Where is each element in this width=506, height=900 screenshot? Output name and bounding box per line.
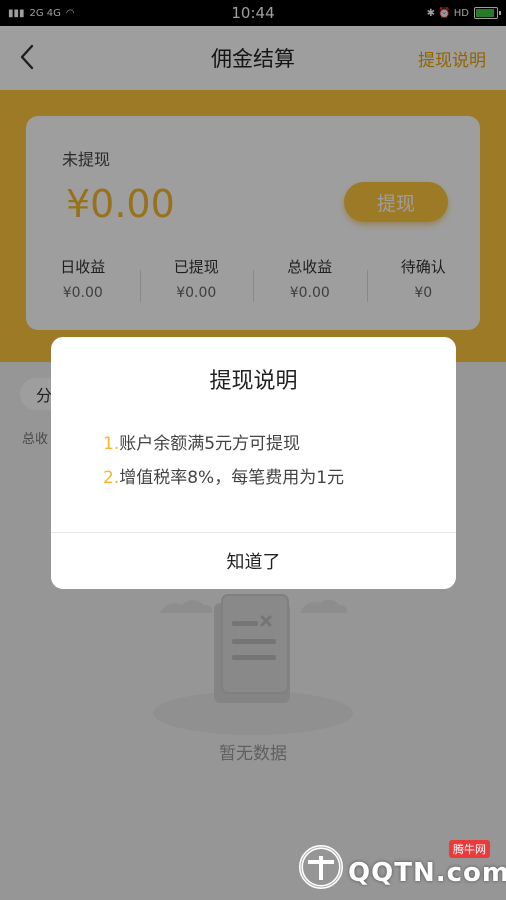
dialog-title: 提现说明 [209,369,298,394]
dialog-list: 1.账户余额满5元方可提现 2.增值税率8%，每笔费用为1元 [103,427,436,495]
dialog-item: 2.增值税率8%，每笔费用为1元 [103,461,436,495]
app-root: ▮▮▮ 2G 4G ◠ 10:44 ✱ ⏰ HD 佣金结算 提现说明 未提现 ¥… [0,0,506,900]
watermark-logo-icon [299,845,343,889]
item-number: 1. [103,434,120,454]
watermark-tag: 腾牛网 [449,840,490,858]
dialog-item: 1.账户余额满5元方可提现 [103,427,436,461]
withdraw-info-dialog: 提现说明 1.账户余额满5元方可提现 2.增值税率8%，每笔费用为1元 知道了 [51,337,456,589]
item-text: 账户余额满5元方可提现 [119,434,301,454]
watermark-brand: QQTN.com [348,858,506,888]
watermark: QQTN.com 腾牛网 [296,840,506,894]
item-number: 2. [103,468,120,488]
ok-button[interactable]: 知道了 [51,533,456,589]
item-text: 增值税率8%，每笔费用为1元 [119,468,345,488]
